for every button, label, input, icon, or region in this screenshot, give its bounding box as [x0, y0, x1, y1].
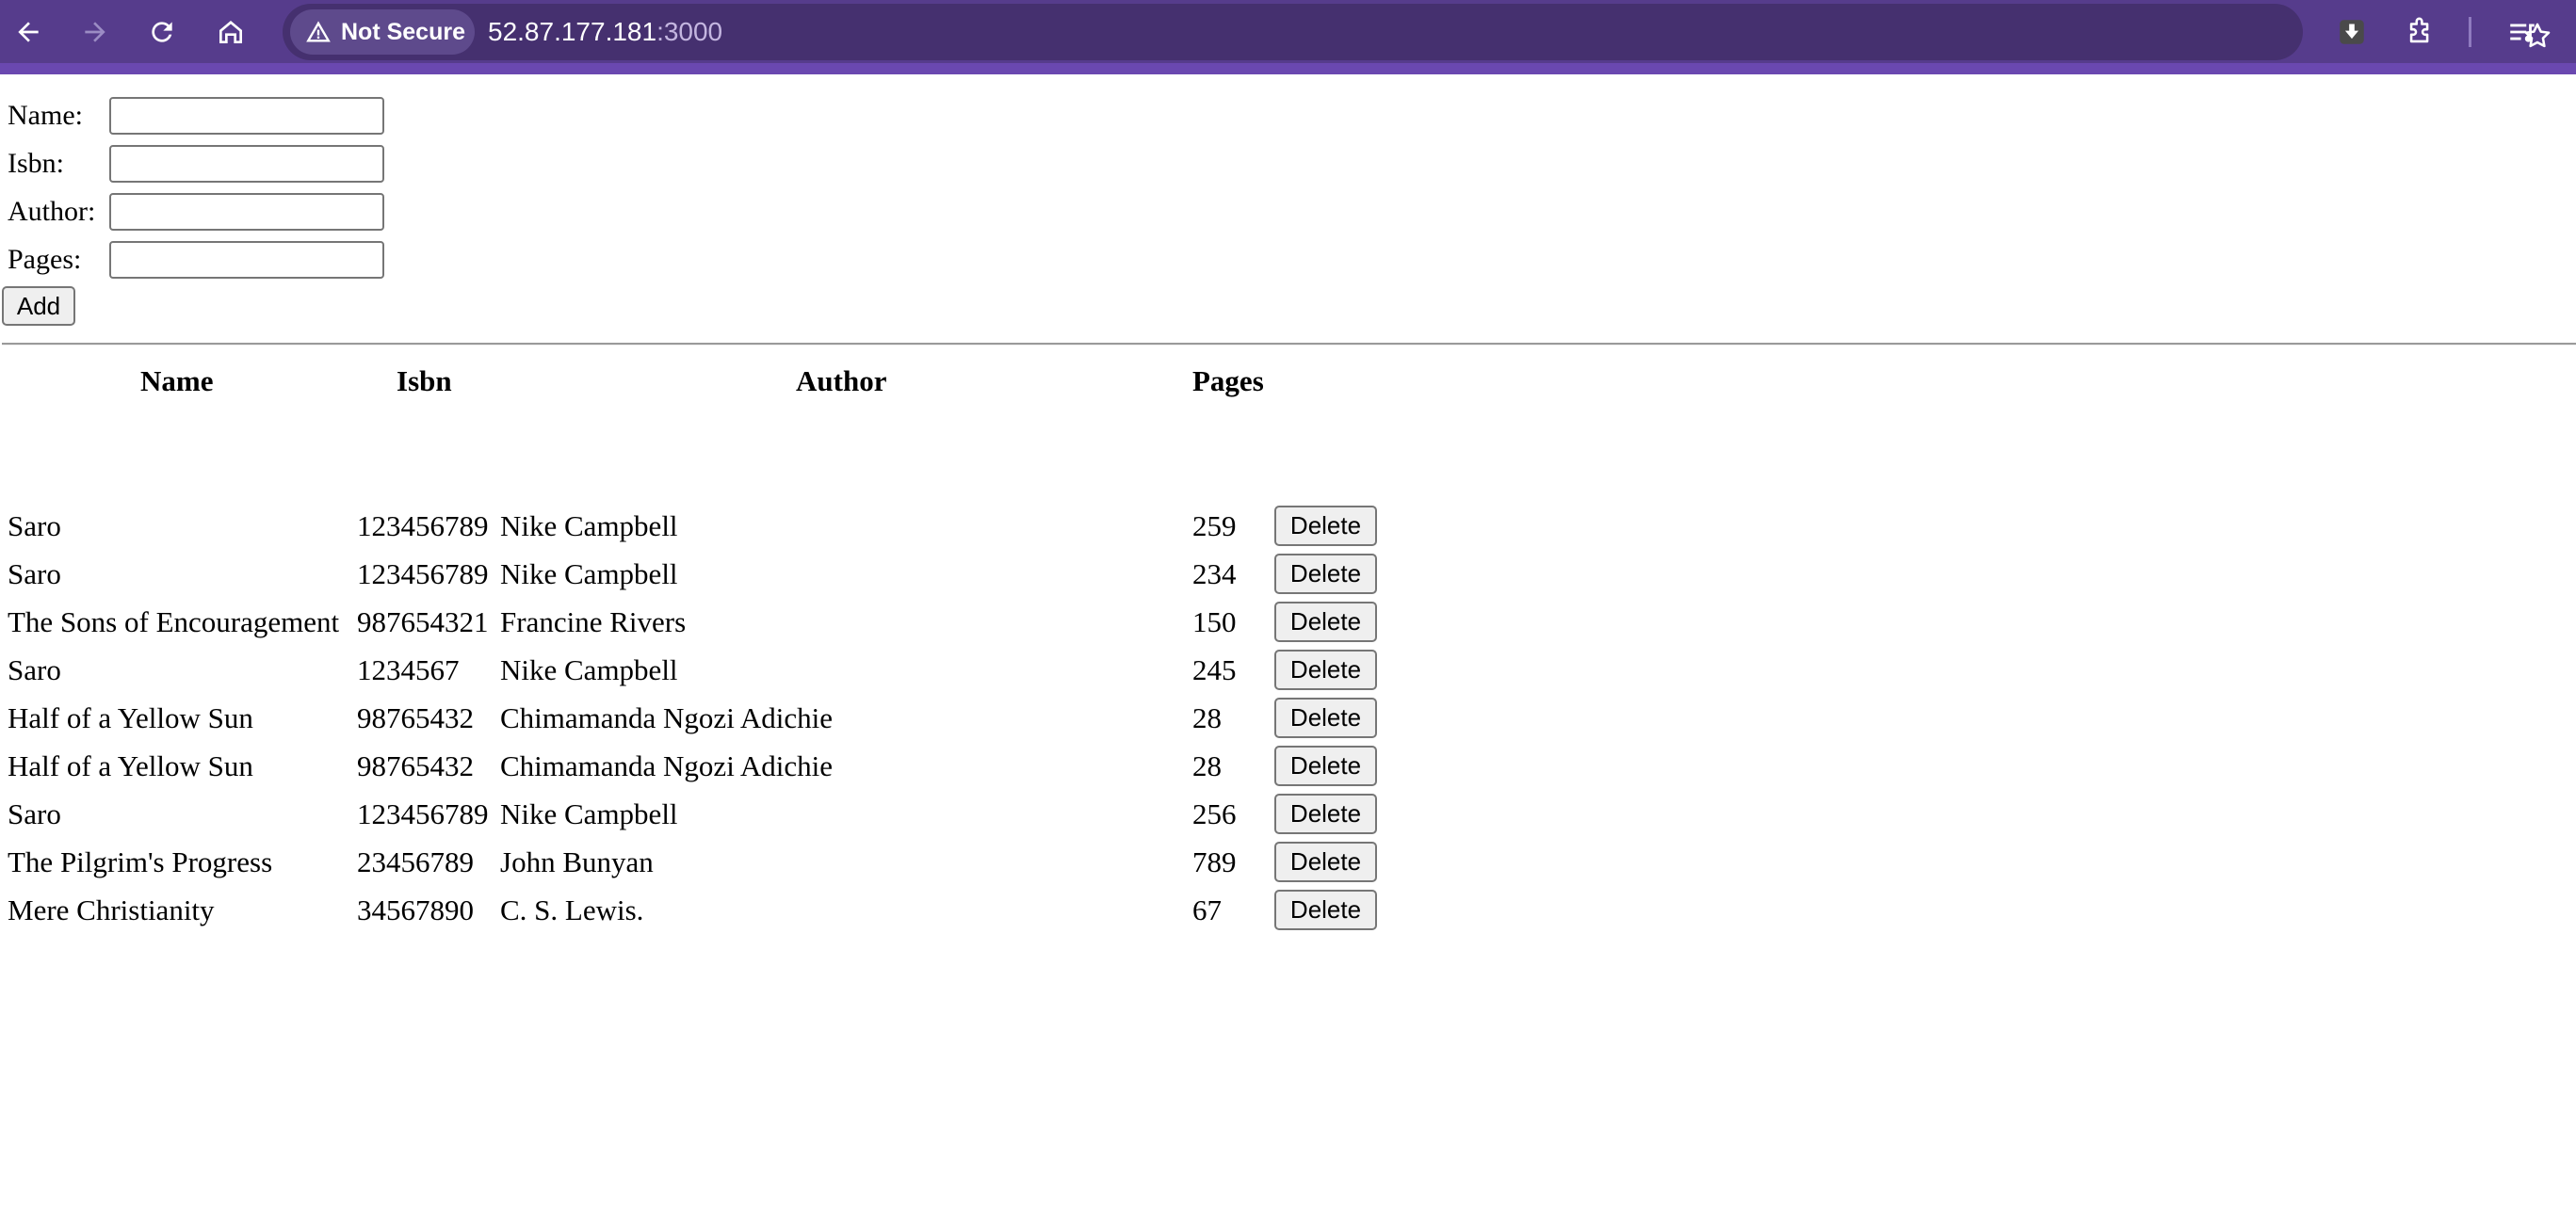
cell-isbn: 987654321	[357, 605, 489, 638]
cell-isbn: 34567890	[357, 893, 474, 926]
cell-isbn: 123456789	[357, 509, 489, 542]
cell-pages: 256	[1192, 797, 1237, 830]
table-row: Half of a Yellow Sun 98765432 Chimamanda…	[0, 694, 1413, 741]
cell-author: C. S. Lewis.	[500, 893, 644, 926]
forward-button[interactable]	[73, 9, 118, 55]
delete-button[interactable]: Delete	[1274, 650, 1377, 690]
toolbar-separator	[2469, 17, 2471, 47]
home-icon	[219, 21, 242, 43]
back-arrow-icon	[18, 22, 39, 42]
divider	[2, 343, 2576, 346]
download-extension-button[interactable]	[2331, 11, 2373, 53]
browser-toolbar: Not Secure 52.87.177.181:3000	[0, 0, 2576, 63]
cell-name: Half of a Yellow Sun	[8, 749, 253, 782]
delete-button[interactable]: Delete	[1274, 890, 1377, 930]
cell-pages: 150	[1192, 605, 1237, 638]
cell-author: Francine Rivers	[500, 605, 687, 638]
table-row: The Pilgrim's Progress 23456789 John Bun…	[0, 838, 1413, 885]
cell-pages: 234	[1192, 557, 1237, 590]
pages-row: Pages:	[8, 240, 384, 280]
delete-button[interactable]: Delete	[1274, 746, 1377, 786]
cell-name: Saro	[8, 557, 61, 590]
url-text[interactable]: 52.87.177.181:3000	[488, 17, 722, 47]
cell-pages: 245	[1192, 653, 1237, 686]
table-row: The Sons of Encouragement 987654321 Fran…	[0, 598, 1413, 645]
pages-label: Pages:	[8, 244, 82, 275]
delete-button[interactable]: Delete	[1274, 554, 1377, 594]
name-row: Name:	[8, 96, 384, 136]
cell-name: Half of a Yellow Sun	[8, 701, 253, 734]
isbn-label: Isbn:	[8, 148, 64, 179]
reload-icon	[152, 22, 172, 42]
cell-pages: 28	[1192, 749, 1222, 782]
cell-name: Saro	[8, 509, 61, 542]
column-header-isbn: Isbn	[397, 364, 452, 397]
table-row: Half of a Yellow Sun 98765432 Chimamanda…	[0, 742, 1413, 789]
url-port: :3000	[656, 17, 723, 46]
cell-name: Saro	[8, 797, 61, 830]
download-extension-icon	[2340, 20, 2364, 44]
forward-arrow-icon	[85, 22, 105, 42]
table-row: Saro 1234567 Nike Campbell 245 Delete	[0, 646, 1413, 693]
url-host: 52.87.177.181	[488, 17, 657, 46]
name-input[interactable]	[109, 97, 384, 135]
page-content: Name: Isbn: Author: Pages: Add Name Isbn…	[0, 74, 2576, 1223]
delete-button[interactable]: Delete	[1274, 794, 1377, 834]
delete-button[interactable]: Delete	[1274, 842, 1377, 882]
extensions-button[interactable]	[2400, 11, 2441, 53]
table-row: Saro 123456789 Nike Campbell 256 Delete	[0, 790, 1413, 837]
cell-isbn: 98765432	[357, 749, 474, 782]
cell-author: Nike Campbell	[500, 557, 678, 590]
cell-name: Saro	[8, 653, 61, 686]
cell-pages: 67	[1192, 893, 1222, 926]
cell-name: Mere Christianity	[8, 893, 215, 926]
cell-name: The Sons of Encouragement	[8, 605, 340, 638]
author-row: Author:	[8, 192, 384, 232]
puzzle-icon	[2409, 17, 2429, 43]
security-indicator[interactable]: Not Secure	[290, 9, 475, 55]
table-row: Mere Christianity 34567890 C. S. Lewis. …	[0, 886, 1413, 933]
table-row: Saro 123456789 Nike Campbell 259 Delete	[0, 502, 1413, 549]
isbn-input[interactable]	[109, 145, 384, 183]
name-label: Name:	[8, 100, 83, 131]
cell-isbn: 98765432	[357, 701, 474, 734]
isbn-row: Isbn:	[8, 144, 384, 184]
cell-isbn: 123456789	[357, 557, 489, 590]
cell-author: Nike Campbell	[500, 797, 678, 830]
cell-author: Nike Campbell	[500, 653, 678, 686]
column-header-author: Author	[796, 364, 887, 397]
column-header-pages: Pages	[1192, 364, 1264, 397]
media-queue-icon	[2510, 24, 2535, 42]
reload-button[interactable]	[139, 9, 185, 55]
column-header-name: Name	[140, 364, 214, 397]
cell-author: John Bunyan	[500, 845, 654, 878]
address-bar[interactable]: Not Secure 52.87.177.181:3000	[283, 4, 2551, 60]
security-label: Not Secure	[341, 18, 465, 45]
warning-triangle-icon	[306, 21, 331, 42]
reading-list-button[interactable]	[2502, 11, 2543, 53]
cell-name: The Pilgrim's Progress	[8, 845, 273, 878]
add-button[interactable]: Add	[2, 286, 75, 326]
toolbar-bottom-strip	[0, 63, 2576, 74]
author-label: Author:	[8, 196, 96, 227]
table-row: Saro 123456789 Nike Campbell 234 Delete	[0, 550, 1413, 597]
cell-author: Nike Campbell	[500, 509, 678, 542]
back-button[interactable]	[6, 9, 51, 55]
cell-isbn: 123456789	[357, 797, 489, 830]
author-input[interactable]	[109, 193, 384, 231]
cell-pages: 28	[1192, 701, 1222, 734]
delete-button[interactable]: Delete	[1274, 506, 1377, 546]
delete-button[interactable]: Delete	[1274, 698, 1377, 738]
delete-button[interactable]: Delete	[1274, 602, 1377, 642]
cell-author: Chimamanda Ngozi Adichie	[500, 701, 833, 734]
cell-pages: 259	[1192, 509, 1237, 542]
cell-isbn: 23456789	[357, 845, 474, 878]
cell-isbn: 1234567	[357, 653, 460, 686]
pages-input[interactable]	[109, 241, 384, 279]
cell-pages: 789	[1192, 845, 1237, 878]
home-button[interactable]	[208, 9, 253, 55]
cell-author: Chimamanda Ngozi Adichie	[500, 749, 833, 782]
